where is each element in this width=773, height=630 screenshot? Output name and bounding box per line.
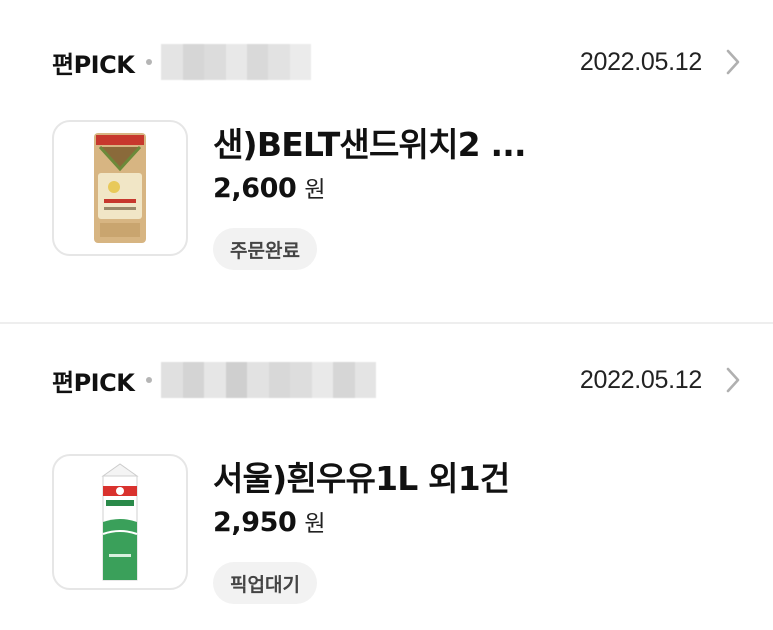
status-badge: 주문완료 xyxy=(213,228,317,270)
price-value: 2,950 xyxy=(213,507,297,538)
separator-dot xyxy=(146,59,153,65)
price-value: 2,600 xyxy=(213,173,297,204)
order-date: 2022.05.12 xyxy=(579,365,702,394)
chevron-right-icon[interactable] xyxy=(702,48,742,76)
order-header: 편PICK 2022.05.12 xyxy=(52,358,742,402)
service-label: 편PICK xyxy=(52,368,135,397)
product-name[interactable]: 서울)흰우유1L 외1건 xyxy=(213,452,510,500)
order-header: 편PICK 2022.05.12 xyxy=(52,40,742,84)
product-thumbnail xyxy=(52,120,188,256)
separator-dot xyxy=(146,377,153,383)
price-unit: 원 xyxy=(304,177,326,203)
store-name-redacted xyxy=(161,44,312,80)
store-name-redacted xyxy=(161,362,377,398)
order-card[interactable]: 편PICK 2022.05.12 샌)BELT샌드위치2 ... 2,600 원… xyxy=(0,0,773,322)
product-name[interactable]: 샌)BELT샌드위치2 ... xyxy=(213,118,527,166)
product-thumbnail xyxy=(52,454,188,590)
service-label: 편PICK xyxy=(52,50,135,79)
status-badge: 픽업대기 xyxy=(213,562,317,604)
price-unit: 원 xyxy=(304,511,326,537)
price-row: 2,950 원 xyxy=(213,504,326,538)
sandwich-icon xyxy=(94,133,146,243)
order-card[interactable]: 편PICK 2022.05.12 서울)흰우유1L 외1건 2,950 원 픽업… xyxy=(0,324,773,630)
order-date: 2022.05.12 xyxy=(579,47,702,76)
price-row: 2,600 원 xyxy=(213,170,326,204)
chevron-right-icon[interactable] xyxy=(702,366,742,394)
milk-carton-icon xyxy=(101,463,139,581)
